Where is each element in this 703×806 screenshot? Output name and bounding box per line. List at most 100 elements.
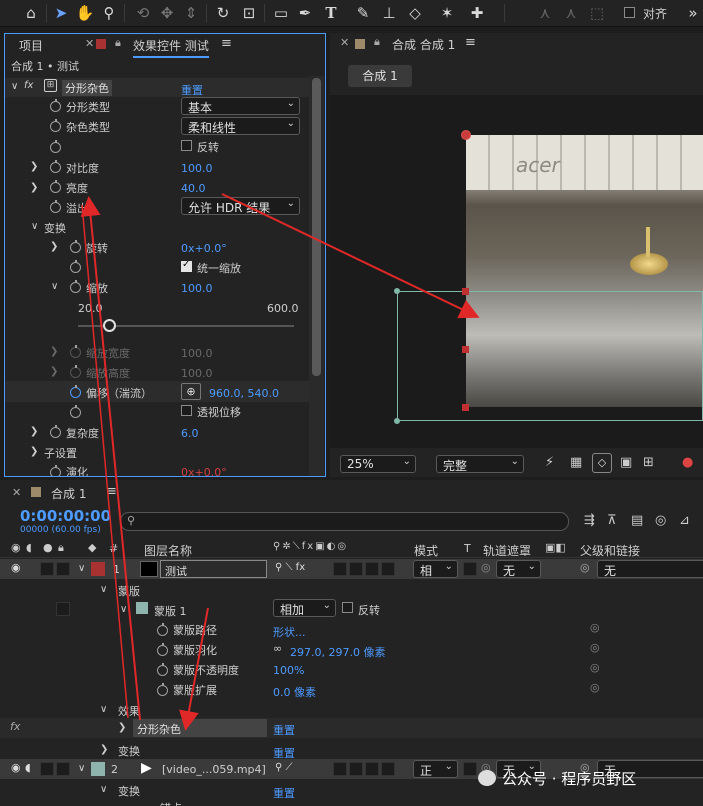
chevron-down-icon[interactable]: ∨ — [100, 784, 107, 795]
layer-row-1[interactable]: ◉ ∨ 1 测试 ⚲ ⟍ fx 相⌄ ◎ 无⌄ ◎ 无⌄ — [0, 559, 703, 579]
stopwatch-icon[interactable] — [50, 425, 61, 438]
speaker-icon[interactable]: ◖ — [25, 761, 31, 774]
snap-checkbox[interactable] — [624, 7, 635, 18]
lock-toggle[interactable] — [56, 562, 70, 576]
stopwatch-icon[interactable] — [50, 465, 61, 476]
scale-value[interactable]: 100.0 — [181, 282, 213, 295]
mask-bounding-box[interactable] — [397, 291, 703, 421]
zoom-tool-icon[interactable]: ⚲ — [98, 2, 120, 24]
chevron-right-icon[interactable]: » — [682, 2, 703, 24]
stopwatch-icon[interactable] — [157, 623, 168, 636]
mask-name[interactable]: 蒙版 1 — [154, 603, 187, 619]
chevron-right-icon[interactable]: ❯ — [50, 366, 58, 377]
noise-type-select[interactable]: 柔和线性 ⌄ — [181, 117, 300, 135]
eraser-tool-icon[interactable]: ◇ — [404, 2, 426, 24]
perspective-checkbox[interactable] — [181, 405, 192, 416]
layer-handle[interactable] — [462, 404, 469, 411]
stopwatch-icon[interactable] — [70, 260, 81, 273]
viewport[interactable]: acer — [330, 95, 703, 448]
matte-switch-icon[interactable]: ▣◧ — [545, 541, 566, 554]
mask-solo-toggle[interactable] — [56, 602, 70, 616]
rotation-value[interactable]: 0x+0.0° — [181, 242, 227, 255]
eye-icon[interactable]: ◉ — [11, 761, 21, 774]
stopwatch-icon[interactable] — [70, 385, 81, 398]
effect-reset-link[interactable]: 重置 — [181, 82, 203, 98]
chevron-right-icon[interactable]: ❯ — [30, 161, 38, 172]
stopwatch-icon[interactable] — [70, 365, 81, 378]
eye-icon[interactable]: ◉ — [11, 561, 21, 574]
close-icon[interactable]: ✕ — [12, 486, 21, 499]
evolution-value[interactable]: 0x+0.0° — [181, 466, 227, 476]
pan-behind-icon[interactable]: ⊡ — [238, 2, 260, 24]
switch-box[interactable] — [349, 562, 363, 576]
expression-pickwhip-icon[interactable]: ◎ — [590, 661, 600, 674]
tab-timeline-comp[interactable]: 合成 1 — [51, 485, 86, 502]
clone-stamp-icon[interactable]: ⊥ — [378, 2, 400, 24]
chevron-down-icon[interactable]: ∨ — [78, 763, 85, 774]
pan-camera-icon[interactable]: ✥ — [156, 2, 178, 24]
rotate-tool-icon[interactable]: ↻ — [212, 2, 234, 24]
search-input[interactable]: ⚲ — [120, 512, 569, 531]
effect-item-name[interactable]: 分形杂色 — [133, 719, 267, 737]
switch-box[interactable] — [365, 762, 379, 776]
roto-brush-icon[interactable]: ✶ — [436, 2, 458, 24]
motion-blur-icon[interactable]: ◎ — [655, 513, 666, 528]
stopwatch-icon[interactable] — [50, 140, 61, 153]
mask-feather-value[interactable]: 297.0, 297.0 像素 — [290, 644, 385, 660]
dolly-camera-icon[interactable]: ⇕ — [180, 2, 202, 24]
expression-pickwhip-icon[interactable]: ◎ — [590, 621, 600, 634]
panel-menu-icon[interactable]: ≡ — [106, 484, 117, 499]
audio-toggle-header-icon[interactable]: ◖ — [26, 541, 32, 554]
panel-menu-icon[interactable]: ≡ — [465, 35, 476, 50]
transparency-grid-icon[interactable]: ▦ — [570, 455, 582, 470]
chevron-right-icon[interactable]: ❯ — [100, 744, 108, 755]
lock-icon[interactable]: 🔒︎ — [374, 35, 380, 49]
stopwatch-icon[interactable] — [50, 200, 61, 213]
chevron-right-icon[interactable]: ❯ — [30, 426, 38, 437]
selection-tool-icon[interactable]: ➤ — [50, 2, 72, 24]
switch-box[interactable] — [333, 762, 347, 776]
chevron-right-icon[interactable]: ❯ — [30, 182, 38, 193]
chevron-down-icon[interactable]: ∨ — [51, 281, 58, 292]
transform2-reset[interactable]: 重置 — [273, 785, 295, 801]
anchor-point-icon[interactable] — [461, 130, 471, 140]
mask-opacity-value[interactable]: 100% — [273, 664, 304, 677]
stopwatch-icon[interactable] — [50, 160, 61, 173]
blend-mode-select[interactable]: 正 ⌄ — [413, 760, 458, 778]
fx-toggle-icon[interactable]: fx — [24, 80, 33, 91]
chevron-right-icon[interactable]: ❯ — [50, 241, 58, 252]
stopwatch-icon[interactable] — [70, 345, 81, 358]
scrollbar-track[interactable] — [309, 76, 324, 476]
solo-toggle[interactable] — [40, 562, 54, 576]
mask-vertex[interactable] — [394, 288, 400, 294]
complexity-value[interactable]: 6.0 — [181, 427, 199, 440]
switch-box[interactable] — [381, 562, 395, 576]
mask-invert-checkbox[interactable] — [342, 602, 353, 613]
mask-expansion-value[interactable]: 0.0 像素 — [273, 684, 316, 700]
stopwatch-icon[interactable] — [70, 240, 81, 253]
axis-view-icon[interactable]: ⬚ — [586, 2, 608, 24]
stopwatch-icon[interactable] — [70, 405, 81, 418]
layer-handle[interactable] — [462, 288, 469, 295]
solo-header-icon[interactable]: ● — [43, 541, 53, 554]
stopwatch-icon[interactable] — [157, 643, 168, 656]
layer-label-color[interactable] — [91, 762, 105, 776]
scrollbar-thumb[interactable] — [312, 78, 321, 376]
close-icon[interactable]: ✕ — [85, 37, 94, 50]
mask-color-swatch[interactable] — [136, 602, 148, 614]
layer-name-field[interactable]: 测试 — [160, 560, 267, 578]
switch-box[interactable] — [381, 762, 395, 776]
rectangle-tool-icon[interactable]: ▭ — [270, 2, 292, 24]
mask-vertex[interactable] — [394, 418, 400, 424]
invert-checkbox[interactable] — [181, 140, 192, 151]
offset-value[interactable]: 960.0, 540.0 — [209, 387, 279, 400]
crosshair-icon[interactable]: ⊕ — [181, 383, 201, 400]
grid-guides-icon[interactable]: ⊞ — [643, 455, 654, 470]
graph-editor-icon[interactable]: ⊿ — [679, 513, 690, 528]
mask-path-value[interactable]: 形状... — [273, 624, 306, 640]
mask-mode-select[interactable]: 相加 ⌄ — [273, 599, 336, 617]
switch-box[interactable] — [349, 762, 363, 776]
stopwatch-icon[interactable] — [157, 663, 168, 676]
contrast-value[interactable]: 100.0 — [181, 162, 213, 175]
layer-name[interactable]: [video_...059.mp4] — [162, 763, 266, 776]
